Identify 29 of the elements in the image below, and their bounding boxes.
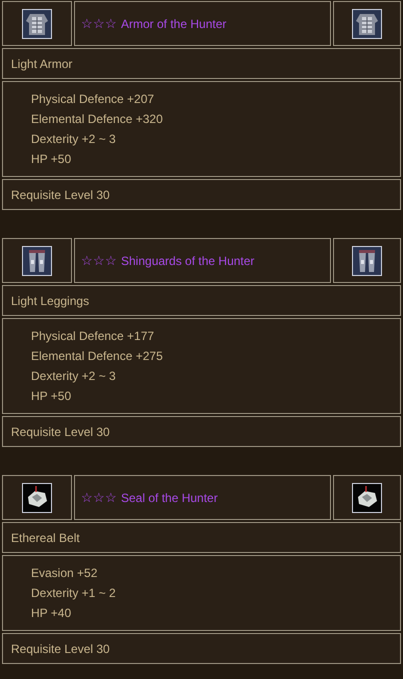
stat-line: Physical Defence +177 [31, 328, 156, 345]
item-type: Light Leggings [2, 285, 401, 316]
leggings-icon [352, 246, 382, 276]
rank-stars: ☆☆☆ [81, 253, 117, 268]
stat-line: HP +50 [31, 151, 72, 168]
stat-line: Evasion +52 [31, 565, 98, 582]
requirement: Requisite Level 30 [2, 416, 401, 447]
requirement: Requisite Level 30 [2, 179, 401, 210]
item-type: Light Armor [2, 48, 401, 79]
item-name: Shinguards of the Hunter [121, 254, 254, 268]
stat-line: Dexterity +2 ~ 3 [31, 131, 117, 148]
item-name: Seal of the Hunter [121, 490, 218, 504]
stat-line: Physical Defence +207 [31, 91, 156, 108]
armor-icon [22, 8, 52, 38]
rank-stars: ☆☆☆ [81, 16, 117, 31]
stat-line: Dexterity +2 ~ 3 [31, 368, 117, 385]
rank-stars: ☆☆☆ [81, 490, 117, 505]
item-type: Ethereal Belt [2, 522, 401, 553]
requirement: Requisite Level 30 [2, 633, 401, 664]
leggings-icon [22, 246, 52, 276]
stat-line: HP +40 [31, 605, 72, 622]
armor-icon [352, 8, 382, 38]
stat-line: Elemental Defence +275 [31, 348, 164, 365]
stat-line: Elemental Defence +320 [31, 111, 164, 128]
gem-icon [352, 482, 382, 512]
stat-line: Dexterity +1 ~ 2 [31, 585, 117, 602]
gem-icon [22, 482, 52, 512]
stat-line: HP +50 [31, 388, 72, 405]
item-name: Armor of the Hunter [121, 16, 226, 30]
